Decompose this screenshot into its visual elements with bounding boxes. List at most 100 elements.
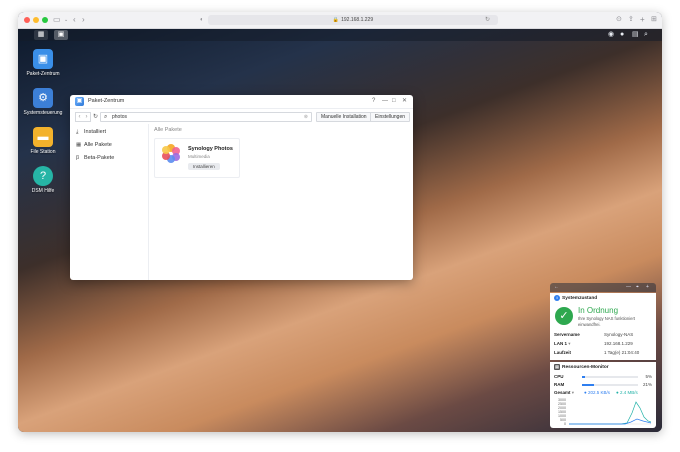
- grid-icon: ▦: [76, 142, 82, 148]
- network-chart-plot: [569, 401, 651, 425]
- system-health-title: i Systemzustand: [554, 295, 597, 302]
- health-status: In Ordnung: [578, 306, 619, 315]
- address-bar[interactable]: 🔒 192.168.1.229 ↻: [208, 15, 498, 25]
- widget-panel: ← — ⌖ + i Systemzustand ✓ In Ordnung Ihre…: [550, 283, 656, 428]
- main-menu-icon[interactable]: ▦: [34, 30, 48, 40]
- widgets-icon[interactable]: ▤: [632, 30, 639, 40]
- info-key-text: LAN 1: [554, 341, 568, 346]
- section-title: Alle Pakete: [154, 127, 182, 133]
- system-health-title-text: Systemzustand: [562, 296, 598, 301]
- dsm-taskbar: ▦ ▣ ◉ ● ▤ ⌕: [18, 29, 662, 41]
- folder-icon: ▬: [33, 127, 53, 147]
- search-box[interactable]: ⌕ ⊗: [100, 112, 312, 122]
- forward-icon[interactable]: ›: [82, 15, 85, 25]
- control-panel-icon: ⚙: [33, 88, 53, 108]
- sidebar-item-all-packages[interactable]: ▦ Alle Pakete: [76, 141, 112, 149]
- info-key: Laufzeit: [554, 350, 572, 355]
- add-widget-icon[interactable]: +: [646, 284, 649, 291]
- minimize-window-button[interactable]: [33, 17, 39, 23]
- chevron-down-icon[interactable]: ⌄: [64, 15, 68, 25]
- close-window-button[interactable]: [24, 17, 30, 23]
- desktop-icon-package-center[interactable]: ▣ Paket-Zentrum: [19, 49, 67, 77]
- chevron-down-icon[interactable]: ▾: [568, 341, 570, 346]
- window-titlebar[interactable]: ▣ Paket-Zentrum ? — □ ✕: [70, 95, 413, 109]
- info-value: Synology-NAS: [604, 332, 634, 337]
- network-label-text: Gesamt: [554, 390, 571, 395]
- upload-rate-text: 202.5 KB/s: [587, 390, 610, 395]
- help-icon: ?: [33, 166, 53, 186]
- beta-icon: β: [76, 155, 80, 161]
- close-icon[interactable]: ✕: [402, 98, 407, 105]
- window-title: Paket-Zentrum: [88, 98, 125, 104]
- sidebar-item-installed[interactable]: ⤓ Installiert: [76, 128, 106, 136]
- desktop-icon-control-panel[interactable]: ⚙ Systemsteuerung: [19, 88, 67, 116]
- info-key: Servername: [554, 332, 580, 337]
- help-button[interactable]: ?: [372, 98, 375, 105]
- resource-monitor-title-text: Ressourcen-Monitor: [562, 365, 609, 370]
- download-icon[interactable]: ⊙: [616, 15, 622, 25]
- search-input[interactable]: [112, 113, 262, 121]
- package-card-synology-photos[interactable]: Synology Photos Multimedia Installieren: [154, 138, 240, 178]
- browser-window: ▭ ⌄ ‹ › ◐ 🔒 192.168.1.229 ↻ ⊙ ⇪ + ⊞ ▦ ▣ ◉…: [18, 12, 662, 432]
- synology-photos-icon: [162, 144, 180, 163]
- maximize-icon[interactable]: □: [392, 98, 396, 105]
- info-key: LAN 1 ▾: [554, 341, 571, 347]
- back-icon[interactable]: ‹: [73, 15, 76, 25]
- install-button[interactable]: Installieren: [188, 163, 220, 170]
- search-icon[interactable]: ⌕: [644, 30, 648, 40]
- info-value: 1 Tag(e) 21:04:40: [604, 350, 640, 355]
- clear-search-icon[interactable]: ⊗: [304, 113, 308, 121]
- monitor-icon: ▤: [554, 364, 560, 370]
- share-icon[interactable]: ⇪: [628, 15, 634, 25]
- chevron-down-icon[interactable]: ▾: [572, 390, 574, 395]
- dsm-desktop: ▦ ▣ ◉ ● ▤ ⌕ ▣ Paket-Zentrum ⚙ Systemsteu…: [18, 29, 662, 432]
- desktop-icon-dsm-help[interactable]: ? DSM Hilfe: [19, 166, 67, 194]
- download-icon: ⤓: [76, 129, 79, 135]
- package-center-taskbar-icon[interactable]: ▣: [54, 30, 68, 40]
- minimize-icon[interactable]: —: [626, 284, 631, 291]
- desktop-icon-file-station[interactable]: ▬ File Station: [19, 127, 67, 155]
- search-icon: ⌕: [104, 114, 108, 120]
- package-center-icon: ▣: [75, 97, 84, 106]
- refresh-icon[interactable]: ↻: [93, 112, 98, 122]
- notifications-icon[interactable]: ◉: [608, 30, 614, 40]
- minimize-icon[interactable]: —: [382, 98, 388, 105]
- maximize-window-button[interactable]: [42, 17, 48, 23]
- new-tab-icon[interactable]: +: [640, 15, 645, 25]
- widget-header: ← — ⌖ +: [550, 283, 656, 292]
- settings-button[interactable]: Einstellungen: [370, 112, 411, 122]
- cpu-bar: [582, 376, 638, 378]
- desktop-icon-label: File Station: [30, 149, 56, 155]
- resource-monitor-title: ▤ Ressourcen-Monitor: [554, 364, 609, 371]
- package-center-sidebar: ⤓ Installiert ▦ Alle Pakete β Beta-Pakete: [70, 124, 149, 280]
- package-center-icon: ▣: [33, 49, 53, 69]
- package-name: Synology Photos: [188, 146, 233, 152]
- download-rate-text: 2.4 MB/s: [619, 390, 638, 395]
- download-series-line: [569, 401, 651, 425]
- user-icon[interactable]: ●: [620, 30, 624, 40]
- download-icon: ●: [616, 390, 619, 395]
- resource-monitor-widget: ▤ Ressourcen-Monitor CPU 5% RAM 21% Gesam…: [550, 362, 656, 428]
- forward-button[interactable]: ›: [83, 112, 91, 122]
- system-health-widget: i Systemzustand ✓ In Ordnung Ihre Synolog…: [550, 293, 656, 360]
- reload-icon[interactable]: ↻: [485, 15, 490, 25]
- upload-icon: ●: [584, 390, 587, 395]
- shield-icon[interactable]: ◐: [200, 15, 204, 25]
- sidebar-toggle-icon[interactable]: ▭: [53, 15, 61, 25]
- pin-icon[interactable]: ⌖: [636, 284, 639, 291]
- tab-overview-icon[interactable]: ⊞: [651, 15, 657, 25]
- manual-install-button[interactable]: Manuelle Installation: [316, 112, 372, 122]
- ram-bar-fill: [582, 384, 594, 386]
- sidebar-item-label: Beta-Pakete: [84, 155, 115, 161]
- upload-rate: ● 202.5 KB/s: [584, 390, 610, 396]
- package-list: Alle Pakete Synology Photos Multimedia I…: [154, 124, 409, 274]
- sidebar-item-label: Installiert: [84, 129, 107, 135]
- upload-series-line: [569, 418, 651, 425]
- sidebar-item-beta-packages[interactable]: β Beta-Pakete: [76, 154, 114, 162]
- info-value: 192.168.1.229: [604, 341, 633, 346]
- cpu-percent: 5%: [645, 374, 652, 379]
- cpu-label: CPU: [554, 374, 564, 379]
- network-label[interactable]: Gesamt ▾: [554, 390, 574, 396]
- back-icon[interactable]: ←: [554, 284, 559, 291]
- health-description: Ihre Synology NAS funktioniert einwandfr…: [578, 316, 636, 327]
